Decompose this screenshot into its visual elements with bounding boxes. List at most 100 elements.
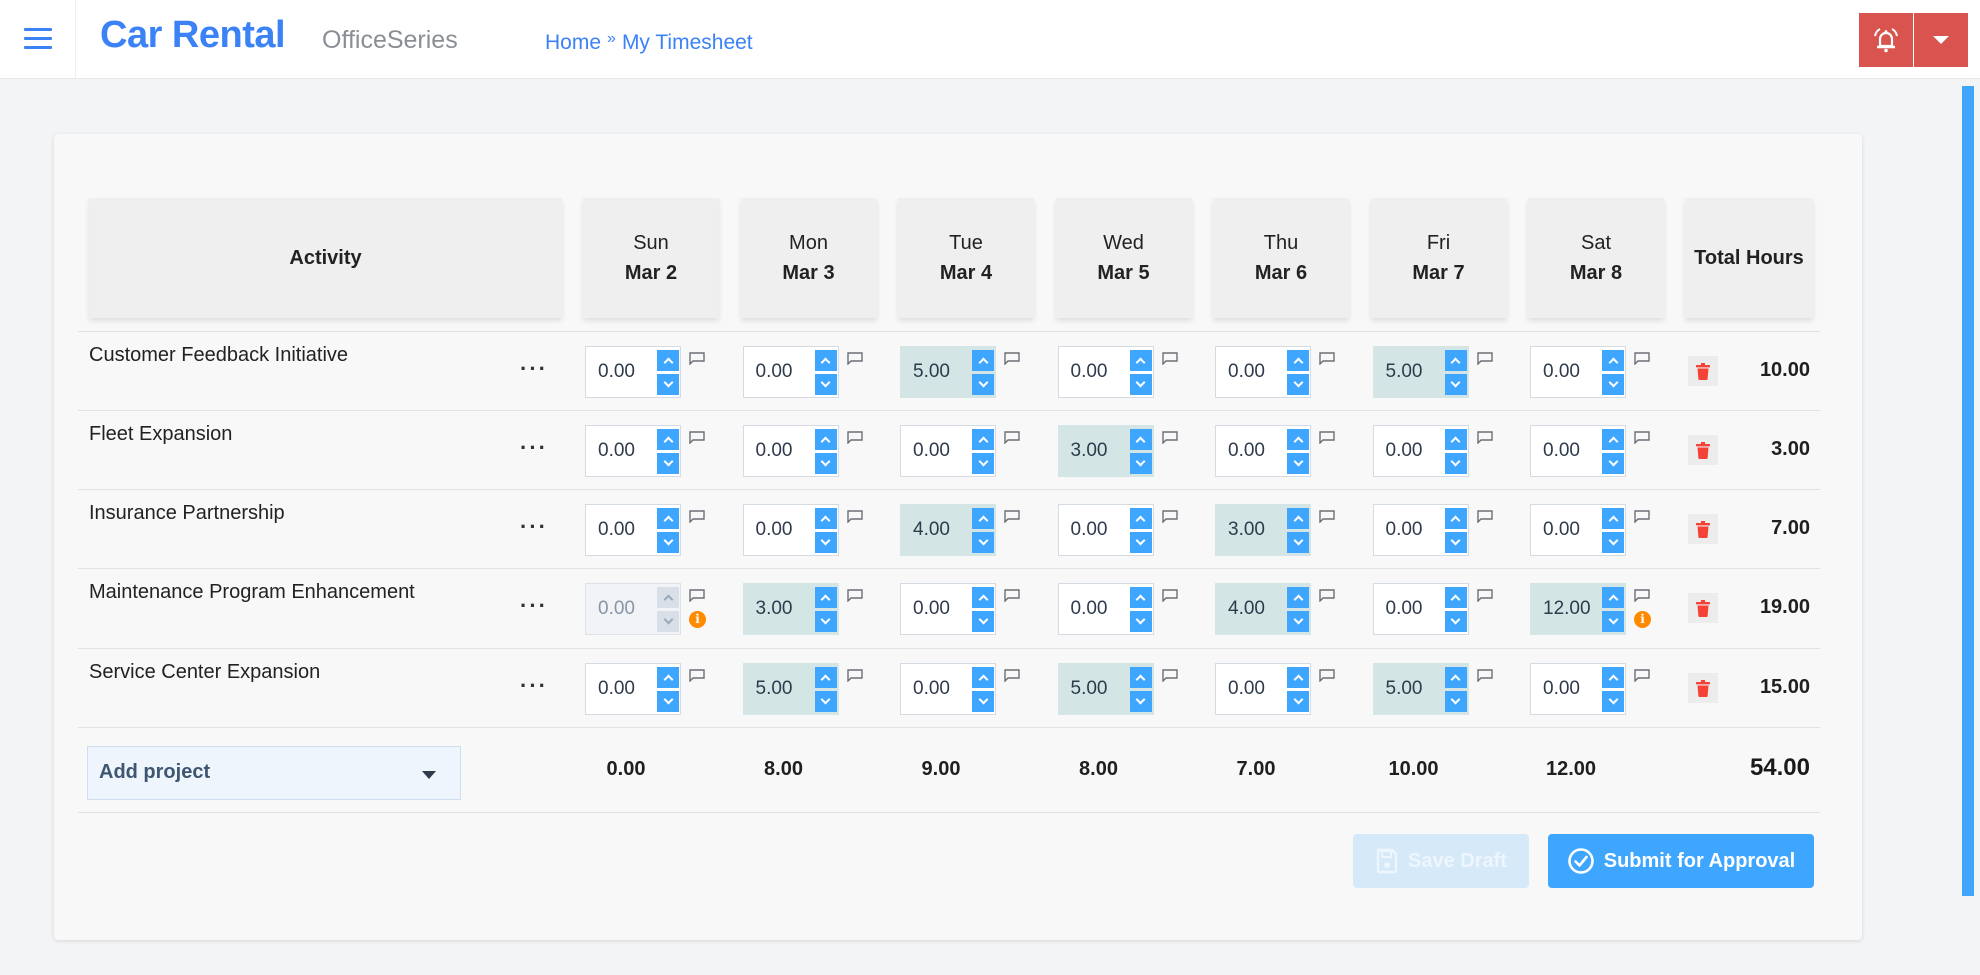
comment-icon[interactable] <box>1319 589 1335 602</box>
hours-input[interactable]: 0.00 <box>1057 346 1154 398</box>
hours-input[interactable]: 0.00 <box>742 504 839 556</box>
decrement-button[interactable] <box>1444 691 1467 712</box>
increment-button[interactable] <box>1129 350 1152 371</box>
decrement-button[interactable] <box>972 453 994 474</box>
increment-button[interactable] <box>814 587 837 608</box>
hours-input[interactable]: 4.00 <box>900 504 996 556</box>
hours-input[interactable]: 0.00 <box>1530 425 1626 477</box>
increment-button[interactable] <box>1444 667 1467 688</box>
comment-icon[interactable] <box>1004 352 1020 365</box>
hours-input[interactable]: 5.00 <box>1372 346 1469 398</box>
increment-button[interactable] <box>1287 667 1309 688</box>
increment-button[interactable] <box>1444 429 1467 450</box>
decrement-button[interactable] <box>1602 691 1624 712</box>
decrement-button[interactable] <box>657 691 679 712</box>
comment-icon[interactable] <box>1476 589 1493 602</box>
increment-button[interactable] <box>657 508 679 529</box>
hours-input[interactable]: 0.00 <box>1530 346 1626 398</box>
hours-input[interactable]: 0.00 <box>1215 346 1311 398</box>
increment-button[interactable] <box>1129 587 1152 608</box>
increment-button[interactable] <box>1444 508 1467 529</box>
hours-input[interactable]: 0.00 <box>1530 504 1626 556</box>
increment-button[interactable] <box>814 429 837 450</box>
comment-icon[interactable] <box>1634 669 1650 682</box>
decrement-button[interactable] <box>657 374 679 395</box>
comment-icon[interactable] <box>846 589 863 602</box>
hours-input[interactable]: 5.00 <box>1372 663 1469 715</box>
comment-icon[interactable] <box>1004 669 1020 682</box>
comment-icon[interactable] <box>1634 510 1650 523</box>
hours-input[interactable]: 0.00 <box>742 346 839 398</box>
comment-icon[interactable] <box>1634 431 1650 444</box>
hours-input[interactable]: 0.00 <box>1057 504 1154 556</box>
hours-input[interactable]: 0.00 <box>585 663 681 715</box>
comment-icon[interactable] <box>1319 510 1335 523</box>
row-options-button[interactable]: ··· <box>520 593 548 619</box>
decrement-button[interactable] <box>1287 532 1309 553</box>
decrement-button[interactable] <box>972 611 994 632</box>
decrement-button[interactable] <box>1444 611 1467 632</box>
comment-icon[interactable] <box>1476 431 1493 444</box>
comment-icon[interactable] <box>1634 352 1650 365</box>
increment-button[interactable] <box>1287 508 1309 529</box>
comment-icon[interactable] <box>689 431 705 444</box>
breadcrumb-home[interactable]: Home <box>545 31 601 55</box>
row-options-button[interactable]: ··· <box>520 356 548 382</box>
increment-button[interactable] <box>972 508 994 529</box>
hours-input[interactable]: 0.00 <box>1215 425 1311 477</box>
increment-button[interactable] <box>814 508 837 529</box>
increment-button[interactable] <box>1129 667 1152 688</box>
increment-button[interactable] <box>972 667 994 688</box>
comment-icon[interactable] <box>689 589 705 602</box>
delete-row-button[interactable] <box>1688 673 1718 703</box>
comment-icon[interactable] <box>1004 589 1020 602</box>
decrement-button[interactable] <box>1129 453 1152 474</box>
submit-for-approval-button[interactable]: Submit for Approval <box>1548 834 1814 888</box>
comment-icon[interactable] <box>689 510 705 523</box>
alert-dropdown-toggle[interactable] <box>1914 13 1968 67</box>
breadcrumb-my-timesheet[interactable]: My Timesheet <box>622 31 753 55</box>
comment-icon[interactable] <box>1476 669 1493 682</box>
info-icon[interactable]: i <box>1634 611 1651 628</box>
hours-input[interactable]: 0.00 <box>585 346 681 398</box>
hours-input[interactable]: 0.00 <box>585 425 681 477</box>
increment-button[interactable] <box>814 350 837 371</box>
increment-button[interactable] <box>1287 350 1309 371</box>
delete-row-button[interactable] <box>1688 356 1718 386</box>
row-options-button[interactable]: ··· <box>520 435 548 461</box>
delete-row-button[interactable] <box>1688 435 1718 465</box>
increment-button[interactable] <box>1602 667 1624 688</box>
hours-input[interactable]: 12.00 <box>1530 583 1626 635</box>
decrement-button[interactable] <box>1287 691 1309 712</box>
increment-button[interactable] <box>1287 587 1309 608</box>
decrement-button[interactable] <box>1602 611 1624 632</box>
comment-icon[interactable] <box>1161 589 1178 602</box>
comment-icon[interactable] <box>1476 352 1493 365</box>
decrement-button[interactable] <box>1287 611 1309 632</box>
alert-button[interactable] <box>1859 13 1913 67</box>
hours-input[interactable]: 0.00 <box>1215 663 1311 715</box>
increment-button[interactable] <box>1602 429 1624 450</box>
decrement-button[interactable] <box>1129 532 1152 553</box>
decrement-button[interactable] <box>1602 532 1624 553</box>
hours-input[interactable]: 0.00 <box>742 425 839 477</box>
hours-input[interactable]: 3.00 <box>1057 425 1154 477</box>
decrement-button[interactable] <box>814 374 837 395</box>
hours-input[interactable]: 3.00 <box>1215 504 1311 556</box>
decrement-button[interactable] <box>1602 374 1624 395</box>
increment-button[interactable] <box>657 350 679 371</box>
increment-button[interactable] <box>1287 429 1309 450</box>
increment-button[interactable] <box>972 350 994 371</box>
hours-input[interactable]: 5.00 <box>900 346 996 398</box>
increment-button[interactable] <box>657 667 679 688</box>
decrement-button[interactable] <box>972 691 994 712</box>
hours-input[interactable]: 0.00 <box>1057 583 1154 635</box>
increment-button[interactable] <box>1602 508 1624 529</box>
comment-icon[interactable] <box>1004 510 1020 523</box>
comment-icon[interactable] <box>846 431 863 444</box>
delete-row-button[interactable] <box>1688 514 1718 544</box>
comment-icon[interactable] <box>846 669 863 682</box>
decrement-button[interactable] <box>1444 453 1467 474</box>
comment-icon[interactable] <box>689 669 705 682</box>
comment-icon[interactable] <box>846 510 863 523</box>
